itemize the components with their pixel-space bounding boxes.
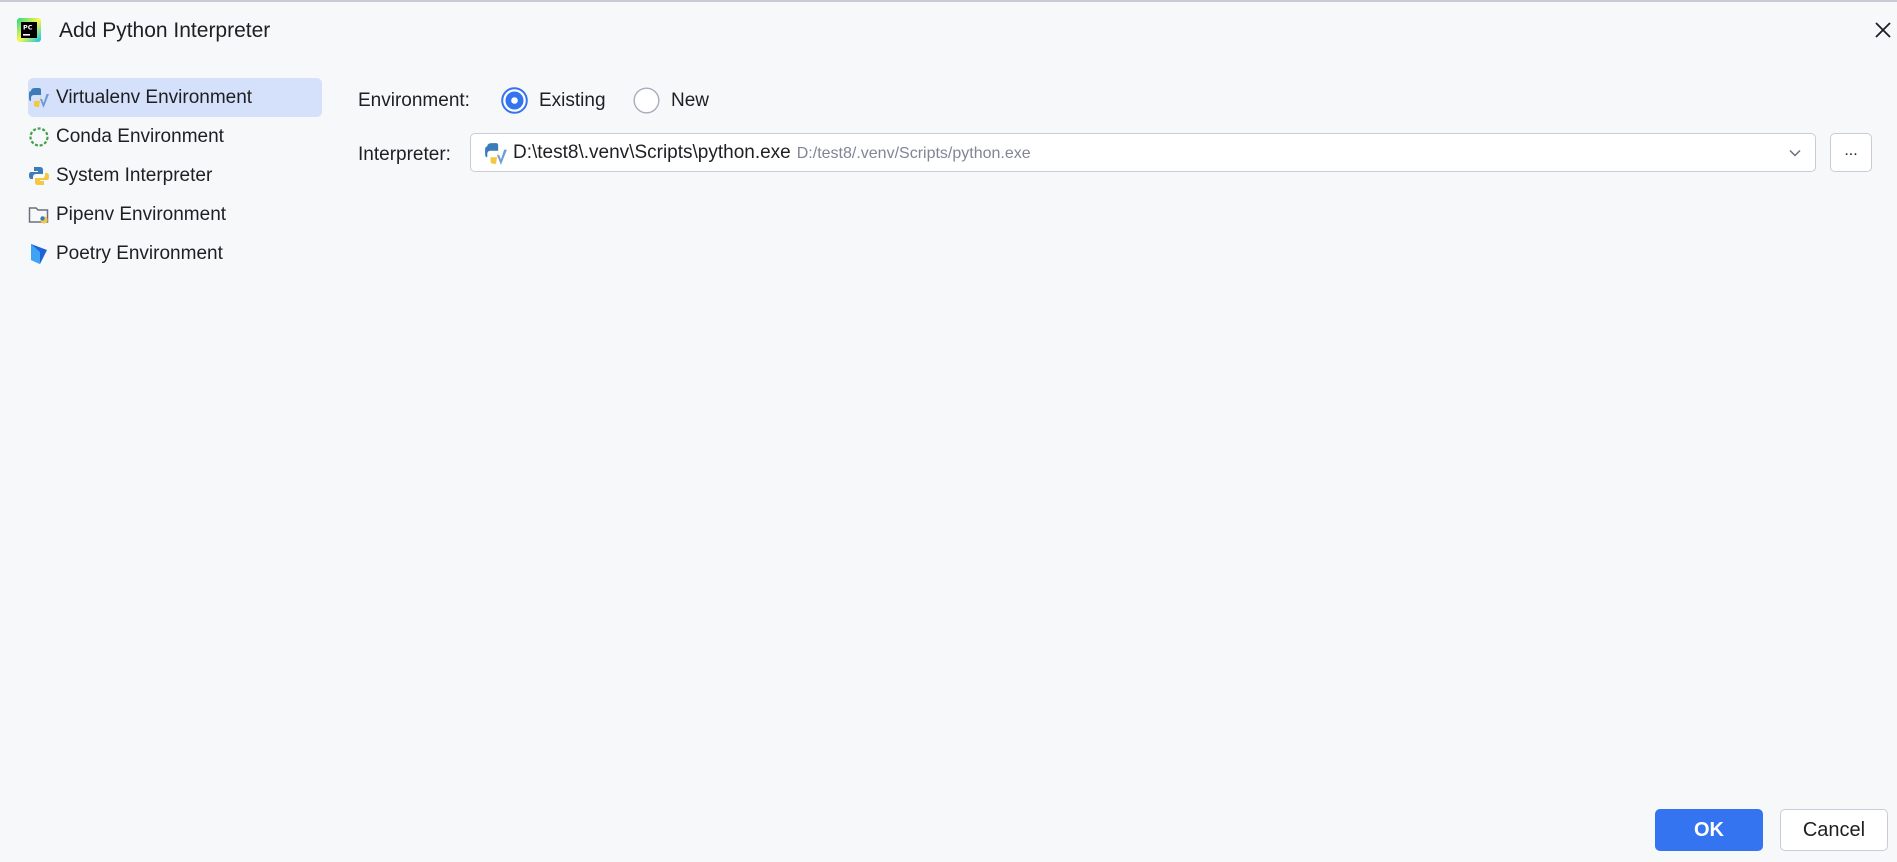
chevron-down-icon[interactable] xyxy=(1787,145,1803,161)
environment-label: Environment: xyxy=(358,90,470,111)
interpreter-path: D:\test8\.venv\Scripts\python.exe xyxy=(513,142,791,163)
radio-existing[interactable] xyxy=(501,87,528,114)
pycharm-icon: PC xyxy=(17,18,41,42)
pipenv-icon xyxy=(28,207,49,224)
sidebar-item-conda[interactable]: Conda Environment xyxy=(28,117,322,156)
sidebar-item-label: Poetry Environment xyxy=(56,243,223,264)
browse-button[interactable]: ... xyxy=(1830,133,1872,172)
sidebar-item-label: Pipenv Environment xyxy=(56,204,227,225)
radio-existing-label[interactable]: Existing xyxy=(539,89,606,112)
sidebar-item-virtualenv[interactable]: Virtualenv Environment xyxy=(28,78,322,117)
sidebar-item-pipenv[interactable]: Pipenv Environment xyxy=(28,195,322,234)
radio-new[interactable] xyxy=(633,87,660,114)
ok-button[interactable]: OK xyxy=(1655,809,1763,851)
interpreter-combobox[interactable]: D:\test8\.venv\Scripts\python.exe D:/test… xyxy=(470,133,1816,172)
interpreter-path-hint: D:/test8/.venv/Scripts/python.exe xyxy=(796,145,1031,162)
close-icon[interactable] xyxy=(1870,17,1896,43)
sidebar-item-label: Conda Environment xyxy=(56,126,224,147)
title-bar: PC Add Python Interpreter xyxy=(0,0,1897,62)
sidebar-item-system[interactable]: System Interpreter xyxy=(28,156,322,195)
poetry-icon xyxy=(31,244,47,264)
python-icon xyxy=(29,167,49,185)
radio-new-label[interactable]: New xyxy=(671,89,709,112)
sidebar-item-label: System Interpreter xyxy=(56,165,213,186)
cancel-button[interactable]: Cancel xyxy=(1780,809,1888,851)
sidebar-item-label: Virtualenv Environment xyxy=(56,87,253,108)
sidebar-item-poetry[interactable]: Poetry Environment xyxy=(28,234,322,273)
interpreter-label: Interpreter: xyxy=(358,144,451,165)
interpreter-value: D:\test8\.venv\Scripts\python.exe D:/test… xyxy=(513,141,1031,165)
conda-icon xyxy=(29,127,49,147)
svg-text:PC: PC xyxy=(23,24,33,32)
dialog-title: Add Python Interpreter xyxy=(59,19,271,42)
virtualenv-icon xyxy=(485,143,507,165)
virtualenv-icon xyxy=(29,88,49,108)
